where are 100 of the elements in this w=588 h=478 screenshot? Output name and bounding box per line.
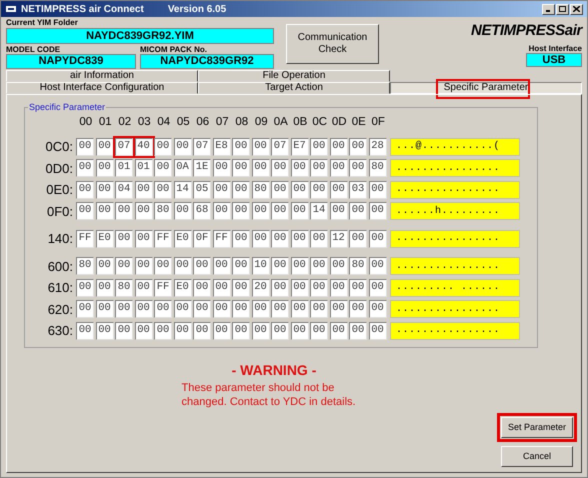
hex-field[interactable]: 0A — [174, 159, 192, 178]
hex-field[interactable]: 00 — [252, 138, 270, 156]
hex-field[interactable]: 1E — [193, 159, 211, 178]
hex-field[interactable]: 00 — [252, 159, 270, 178]
hex-field[interactable]: 00 — [154, 257, 172, 276]
maximize-button[interactable] — [556, 4, 569, 14]
hex-field[interactable]: 00 — [96, 202, 114, 220]
hex-field[interactable]: 00 — [271, 202, 289, 220]
hex-field[interactable]: 00 — [76, 180, 94, 199]
hex-field[interactable]: 00 — [232, 230, 250, 248]
hex-field[interactable]: 00 — [154, 180, 172, 199]
hex-field[interactable]: 00 — [76, 322, 94, 340]
hex-field[interactable]: 00 — [271, 322, 289, 340]
hex-field[interactable]: 00 — [330, 159, 348, 178]
hex-field[interactable]: 00 — [310, 138, 328, 156]
hex-field[interactable]: 00 — [134, 278, 152, 297]
hex-field[interactable]: 00 — [174, 138, 192, 156]
hex-field[interactable]: 00 — [154, 159, 172, 178]
hex-field[interactable]: 04 — [115, 180, 133, 199]
hex-field[interactable]: 00 — [174, 202, 192, 220]
hex-field[interactable]: 00 — [193, 257, 211, 276]
hex-field[interactable]: E8 — [212, 138, 230, 156]
hex-field[interactable]: 00 — [349, 322, 367, 340]
communication-check-button[interactable]: Communication Check — [286, 24, 379, 64]
hex-field[interactable]: 00 — [96, 257, 114, 276]
hex-field[interactable]: 00 — [290, 322, 308, 340]
hex-field[interactable]: 00 — [96, 180, 114, 199]
hex-field[interactable]: 00 — [252, 300, 270, 318]
hex-field[interactable]: 00 — [134, 230, 152, 248]
hex-field[interactable]: 01 — [134, 159, 152, 178]
minimize-button[interactable] — [542, 4, 555, 14]
hex-field[interactable]: 07 — [271, 138, 289, 156]
hex-field[interactable]: 00 — [96, 322, 114, 340]
hex-field[interactable]: 00 — [368, 322, 386, 340]
close-button[interactable] — [570, 4, 583, 14]
hex-field[interactable]: 00 — [232, 138, 250, 156]
hex-field[interactable]: 14 — [174, 180, 192, 199]
hex-field[interactable]: 00 — [115, 300, 133, 318]
hex-field[interactable]: 00 — [212, 278, 230, 297]
hex-field[interactable]: 00 — [368, 257, 386, 276]
hex-field[interactable]: 07 — [115, 138, 133, 156]
hex-field[interactable]: 00 — [330, 322, 348, 340]
hex-field[interactable]: 00 — [212, 180, 230, 199]
hex-field[interactable]: 00 — [193, 300, 211, 318]
hex-field[interactable]: FF — [76, 230, 94, 248]
hex-field[interactable]: 03 — [349, 180, 367, 199]
hex-field[interactable]: 00 — [330, 257, 348, 276]
hex-field[interactable]: 00 — [154, 138, 172, 156]
tab[interactable]: Host Interface Configuration — [6, 82, 198, 94]
hex-field[interactable]: E0 — [174, 230, 192, 248]
hex-field[interactable]: 00 — [174, 257, 192, 276]
hex-field[interactable]: 00 — [271, 278, 289, 297]
hex-field[interactable]: 00 — [330, 138, 348, 156]
hex-field[interactable]: 00 — [349, 159, 367, 178]
hex-field[interactable]: E7 — [290, 138, 308, 156]
hex-field[interactable]: 01 — [115, 159, 133, 178]
hex-field[interactable]: 00 — [368, 278, 386, 297]
hex-field[interactable]: 00 — [232, 300, 250, 318]
hex-field[interactable]: 28 — [368, 138, 386, 156]
hex-field[interactable]: 00 — [232, 278, 250, 297]
hex-field[interactable]: 00 — [271, 300, 289, 318]
hex-field[interactable]: 00 — [310, 180, 328, 199]
hex-field[interactable]: 00 — [232, 202, 250, 220]
hex-field[interactable]: 00 — [212, 322, 230, 340]
hex-field[interactable]: FF — [154, 278, 172, 297]
hex-field[interactable]: 00 — [310, 300, 328, 318]
hex-field[interactable]: 00 — [232, 159, 250, 178]
hex-field[interactable]: 00 — [368, 180, 386, 199]
hex-field[interactable]: 00 — [310, 230, 328, 248]
hex-field[interactable]: 00 — [134, 300, 152, 318]
hex-field[interactable]: FF — [212, 230, 230, 248]
hex-field[interactable]: 00 — [290, 257, 308, 276]
hex-field[interactable]: 00 — [134, 322, 152, 340]
tab[interactable]: File Operation — [198, 70, 390, 82]
hex-field[interactable]: 00 — [349, 138, 367, 156]
hex-field[interactable]: 68 — [193, 202, 211, 220]
dialog-button[interactable]: Cancel — [501, 446, 573, 467]
hex-field[interactable]: 00 — [174, 300, 192, 318]
hex-field[interactable]: 00 — [76, 159, 94, 178]
hex-field[interactable]: 10 — [252, 257, 270, 276]
hex-field[interactable]: 00 — [290, 278, 308, 297]
hex-field[interactable]: FF — [154, 230, 172, 248]
hex-field[interactable]: 00 — [290, 202, 308, 220]
hex-field[interactable]: 00 — [310, 322, 328, 340]
hex-field[interactable]: 80 — [115, 278, 133, 297]
hex-field[interactable]: 00 — [290, 180, 308, 199]
hex-field[interactable]: 12 — [330, 230, 348, 248]
hex-field[interactable]: 20 — [252, 278, 270, 297]
tab[interactable]: Target Action — [198, 82, 390, 94]
dialog-button[interactable]: Set Parameter — [501, 417, 573, 438]
hex-field[interactable]: 00 — [212, 159, 230, 178]
hex-field[interactable]: 05 — [193, 180, 211, 199]
hex-field[interactable]: 00 — [232, 180, 250, 199]
hex-field[interactable]: 00 — [154, 300, 172, 318]
tab[interactable]: air Information — [6, 70, 198, 82]
hex-field[interactable]: 00 — [115, 322, 133, 340]
hex-field[interactable]: 00 — [212, 300, 230, 318]
hex-field[interactable]: 00 — [193, 322, 211, 340]
hex-field[interactable]: 80 — [154, 202, 172, 220]
hex-field[interactable]: 80 — [76, 257, 94, 276]
